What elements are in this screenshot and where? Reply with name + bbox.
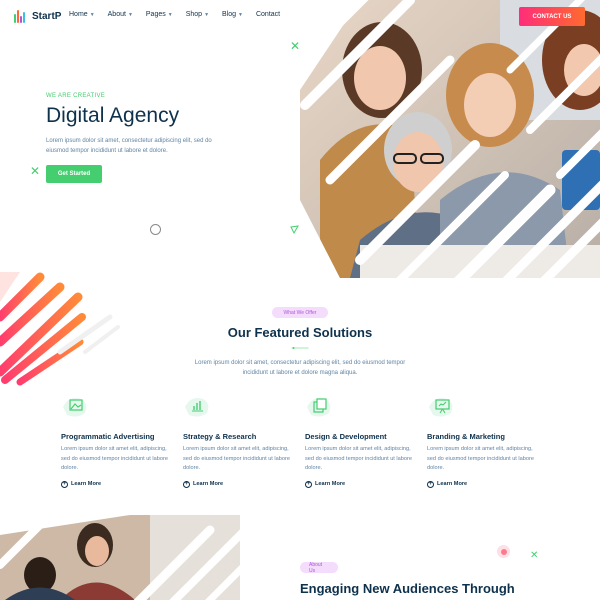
hero-team-photo: [300, 0, 600, 278]
plus-circle-icon: +: [61, 480, 68, 488]
chevron-down-icon: ▼: [167, 11, 173, 18]
logo-text: StartP: [32, 10, 62, 22]
card-text: Lorem ipsum dolor sit amet elit, adipisc…: [305, 446, 412, 471]
plus-circle-icon: +: [183, 480, 190, 488]
plus-circle-icon: +: [305, 480, 312, 488]
nav-blog[interactable]: Blog ▼: [222, 11, 243, 18]
logo[interactable]: StartP: [14, 9, 61, 23]
logo-icon: [14, 9, 28, 23]
nav-blog-label: Blog: [222, 11, 237, 18]
cross-shape-icon: ✕: [30, 164, 41, 178]
learn-more-label: Learn More: [315, 481, 346, 487]
about-team-photo: [0, 515, 240, 600]
nav-home-label: Home: [69, 11, 88, 18]
nav-contact-label: Contact: [255, 11, 281, 18]
learn-more-link[interactable]: + Learn More: [61, 480, 171, 488]
feature-card: Strategy & Research Lorem ipsum dolor si…: [183, 395, 293, 488]
section-description: Lorem ipsum dolor sit amet, consectetur …: [194, 360, 406, 376]
main-nav: Home ▼ About ▼ Pages ▼ Shop ▼ Blog ▼ Contact: [69, 11, 280, 18]
about-pill: About Us: [300, 562, 338, 574]
hero-kicker: WE ARE CREATIVE: [46, 93, 106, 99]
nav-pages[interactable]: Pages ▼: [146, 11, 173, 18]
card-text: Lorem ipsum dolor sit amet elit, adipisc…: [427, 446, 534, 471]
card-text: Lorem ipsum dolor sit amet elit, adipisc…: [183, 446, 290, 471]
nav-pages-label: Pages: [145, 11, 166, 18]
nav-shop[interactable]: Shop ▼: [186, 11, 209, 18]
circle-shape-icon: [150, 224, 161, 235]
hero-title: Digital Agency: [46, 104, 180, 127]
learn-more-label: Learn More: [193, 481, 224, 487]
presentation-icon: [429, 398, 453, 417]
card-text: Lorem ipsum dolor sit amet elit, adipisc…: [61, 446, 168, 471]
section-title: Our Featured Solutions: [227, 325, 373, 340]
learn-more-link[interactable]: + Learn More: [183, 480, 293, 488]
card-title: Design & Development: [305, 432, 387, 441]
title-divider: [291, 347, 309, 349]
triangle-shape-icon: [290, 225, 299, 235]
card-title: Branding & Marketing: [427, 432, 505, 441]
chevron-down-icon: ▼: [204, 11, 210, 18]
site-header: StartP Home ▼ About ▼ Pages ▼ Shop ▼ Blog ▼ C…: [0, 0, 600, 34]
feature-card: Programmatic Advertising Lorem ipsum dol…: [61, 395, 171, 488]
learn-more-link[interactable]: + Learn More: [305, 480, 415, 488]
feature-card: Branding & Marketing Lorem ipsum dolor s…: [427, 395, 537, 488]
cross-shape-icon: ✕: [530, 550, 539, 561]
nav-about-label: About: [107, 11, 126, 18]
about-title: Engaging New Audiences Through: [300, 581, 515, 596]
learn-more-link[interactable]: + Learn More: [427, 480, 537, 488]
section-pill: What We Offer: [272, 307, 328, 318]
plus-circle-icon: +: [427, 480, 434, 488]
card-title: Strategy & Research: [183, 432, 257, 441]
learn-more-label: Learn More: [437, 481, 468, 487]
nav-shop-label: Shop: [185, 11, 203, 18]
card-title: Programmatic Advertising: [61, 432, 155, 441]
nav-contact[interactable]: Contact: [256, 11, 280, 18]
bar-chart-icon: [185, 398, 209, 417]
cross-shape-icon: ✕: [290, 39, 301, 53]
chevron-down-icon: ▼: [127, 11, 133, 18]
nav-home[interactable]: Home ▼: [69, 11, 95, 18]
hero-description: Lorem ipsum dolor sit amet, consectetur …: [46, 138, 212, 154]
get-started-button[interactable]: Get Started: [46, 165, 102, 183]
image-icon: [63, 398, 87, 417]
circle-shape-icon: [497, 545, 510, 558]
learn-more-label: Learn More: [71, 481, 102, 487]
chevron-down-icon: ▼: [238, 11, 243, 18]
nav-about[interactable]: About ▼: [108, 11, 133, 18]
contact-us-button[interactable]: CONTACT US: [519, 7, 585, 26]
copy-icon: [307, 398, 331, 417]
feature-card: Design & Development Lorem ipsum dolor s…: [305, 395, 415, 488]
chevron-down-icon: ▼: [89, 11, 95, 18]
